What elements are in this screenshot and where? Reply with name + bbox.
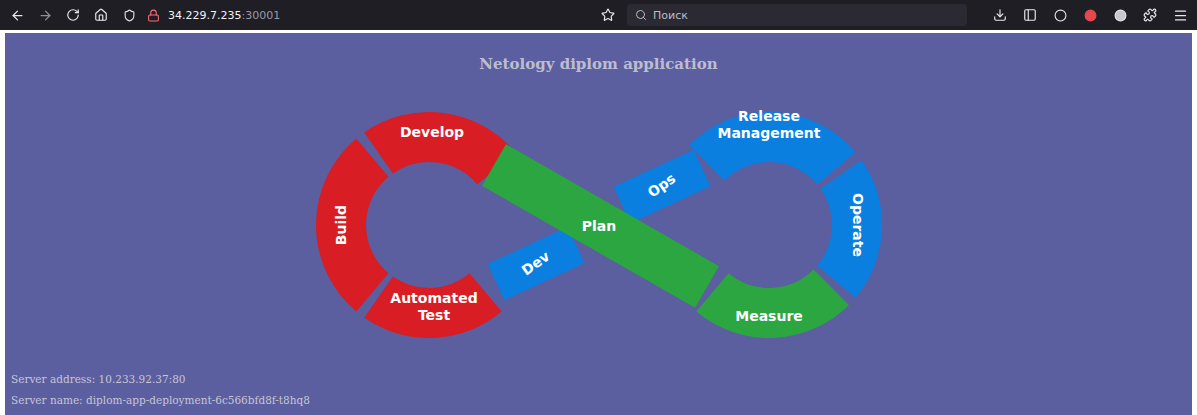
back-icon[interactable] [8,6,26,24]
url-host: 34.229.7.235 [168,9,241,22]
viewport: Netology diplom application Develop Build A… [0,30,1197,415]
adblock-icon[interactable] [1081,6,1099,24]
stage-label: Plan [581,218,615,234]
stage: Develop [378,124,496,168]
shield-icon[interactable] [120,6,138,24]
home-icon[interactable] [92,6,110,24]
url-port: :30001 [241,9,280,22]
toolbar-icons [991,6,1189,24]
lock-icon[interactable] [144,6,162,24]
stage-shape [494,165,707,287]
stage-shape [496,245,576,282]
browser-window: 34.229.7.235:30001 Поиск Netology diplom a… [0,0,1197,415]
server-info: Server address: 10.233.92.37:80Server na… [5,365,1192,411]
addon-icon[interactable] [1111,6,1129,24]
menu-icon[interactable] [1171,6,1189,24]
puzzle-icon[interactable] [1141,6,1159,24]
stage-label: Operate [850,193,866,257]
search-placeholder: Поиск [653,9,688,22]
server-line: Server address: 10.233.92.37:80 [11,369,1186,390]
star-icon[interactable] [599,6,617,24]
toolbar: 34.229.7.235:30001 Поиск [0,0,1197,30]
stage-shape [378,137,496,168]
url-bar[interactable]: 34.229.7.235:30001 [120,6,617,24]
forward-icon[interactable] [36,6,54,24]
stage: Measure [712,287,831,324]
extension-icon[interactable] [1051,6,1069,24]
stage: Dev [496,245,576,282]
stage: Plan [494,165,707,287]
stage-label: Ops [644,170,678,200]
server-line: Server name: diplom-app-deployment-6c566… [11,390,1186,411]
stage-label: Dev [518,248,552,278]
stage: Operate [836,175,866,282]
sidebar-icon[interactable] [1021,6,1039,24]
stage-label: Develop [399,124,463,140]
stage-label: Measure [735,308,803,324]
search-icon [635,9,647,21]
stage: AutomatedTest [378,290,485,323]
stage-label: ReleaseManagement [717,108,820,141]
stage-label: Build [333,205,349,245]
stage-shape [706,137,836,168]
url-text[interactable]: 34.229.7.235:30001 [168,9,280,22]
page: Netology diplom application Develop Build A… [5,33,1192,415]
search-field[interactable]: Поиск [627,4,967,26]
page-title: Netology diplom application [479,55,717,73]
stage: Ops [622,168,702,205]
devops-diagram: Develop Build AutomatedTest Dev ReleaseManag… [314,85,884,365]
stage-shape [622,168,702,205]
download-icon[interactable] [991,6,1009,24]
stage-label: AutomatedTest [390,290,477,323]
stage: ReleaseManagement [706,108,836,169]
stage: Build [333,158,372,293]
reload-icon[interactable] [64,6,82,24]
